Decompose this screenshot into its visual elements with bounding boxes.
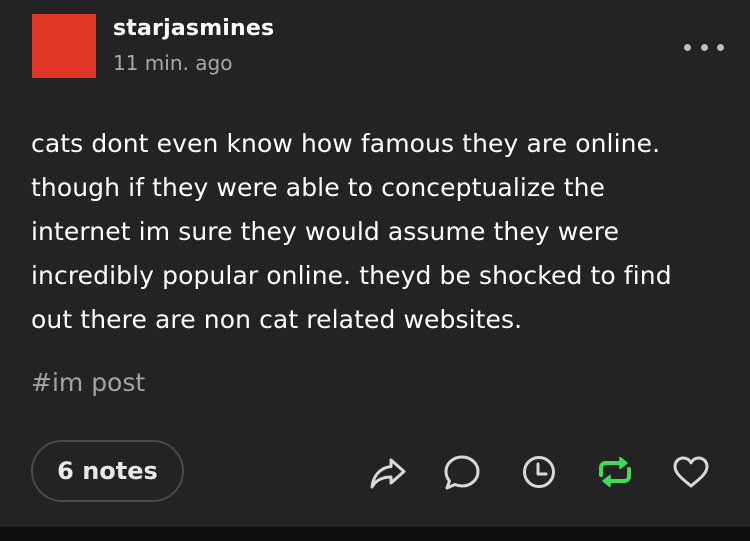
post-timestamp[interactable]: 11 min. ago bbox=[113, 51, 232, 75]
dot-icon bbox=[717, 43, 724, 51]
reply-button[interactable] bbox=[441, 451, 483, 493]
post-body-line: incredibly popular online. theyd be shoc… bbox=[31, 261, 672, 290]
queue-clock-icon bbox=[523, 456, 555, 488]
heart-icon bbox=[673, 456, 709, 488]
avatar[interactable] bbox=[32, 14, 96, 78]
post-tag[interactable]: #im post bbox=[31, 368, 145, 397]
share-icon bbox=[370, 458, 406, 489]
bottom-divider bbox=[0, 527, 750, 541]
post-body: cats dont even know how famous they are … bbox=[31, 122, 731, 342]
username-link[interactable]: starjasmines bbox=[113, 16, 274, 41]
like-button[interactable] bbox=[670, 451, 712, 493]
post-body-line: internet im sure they would assume they … bbox=[31, 217, 620, 246]
post-card: starjasmines 11 min. ago cats dont even … bbox=[0, 0, 750, 527]
reply-icon bbox=[444, 455, 480, 490]
share-button[interactable] bbox=[367, 451, 409, 493]
notes-button[interactable]: 6 notes bbox=[31, 440, 184, 502]
post-body-line: out there are non cat related websites. bbox=[31, 305, 523, 334]
reblog-button[interactable] bbox=[594, 451, 636, 493]
dot-icon bbox=[684, 43, 691, 51]
dot-icon bbox=[700, 43, 708, 51]
reblog-icon bbox=[599, 456, 631, 488]
more-options-button[interactable] bbox=[684, 38, 724, 56]
post-body-line: though if they were able to conceptualiz… bbox=[31, 173, 606, 202]
post-body-line: cats dont even know how famous they are … bbox=[31, 129, 661, 158]
queue-button[interactable] bbox=[518, 451, 560, 493]
